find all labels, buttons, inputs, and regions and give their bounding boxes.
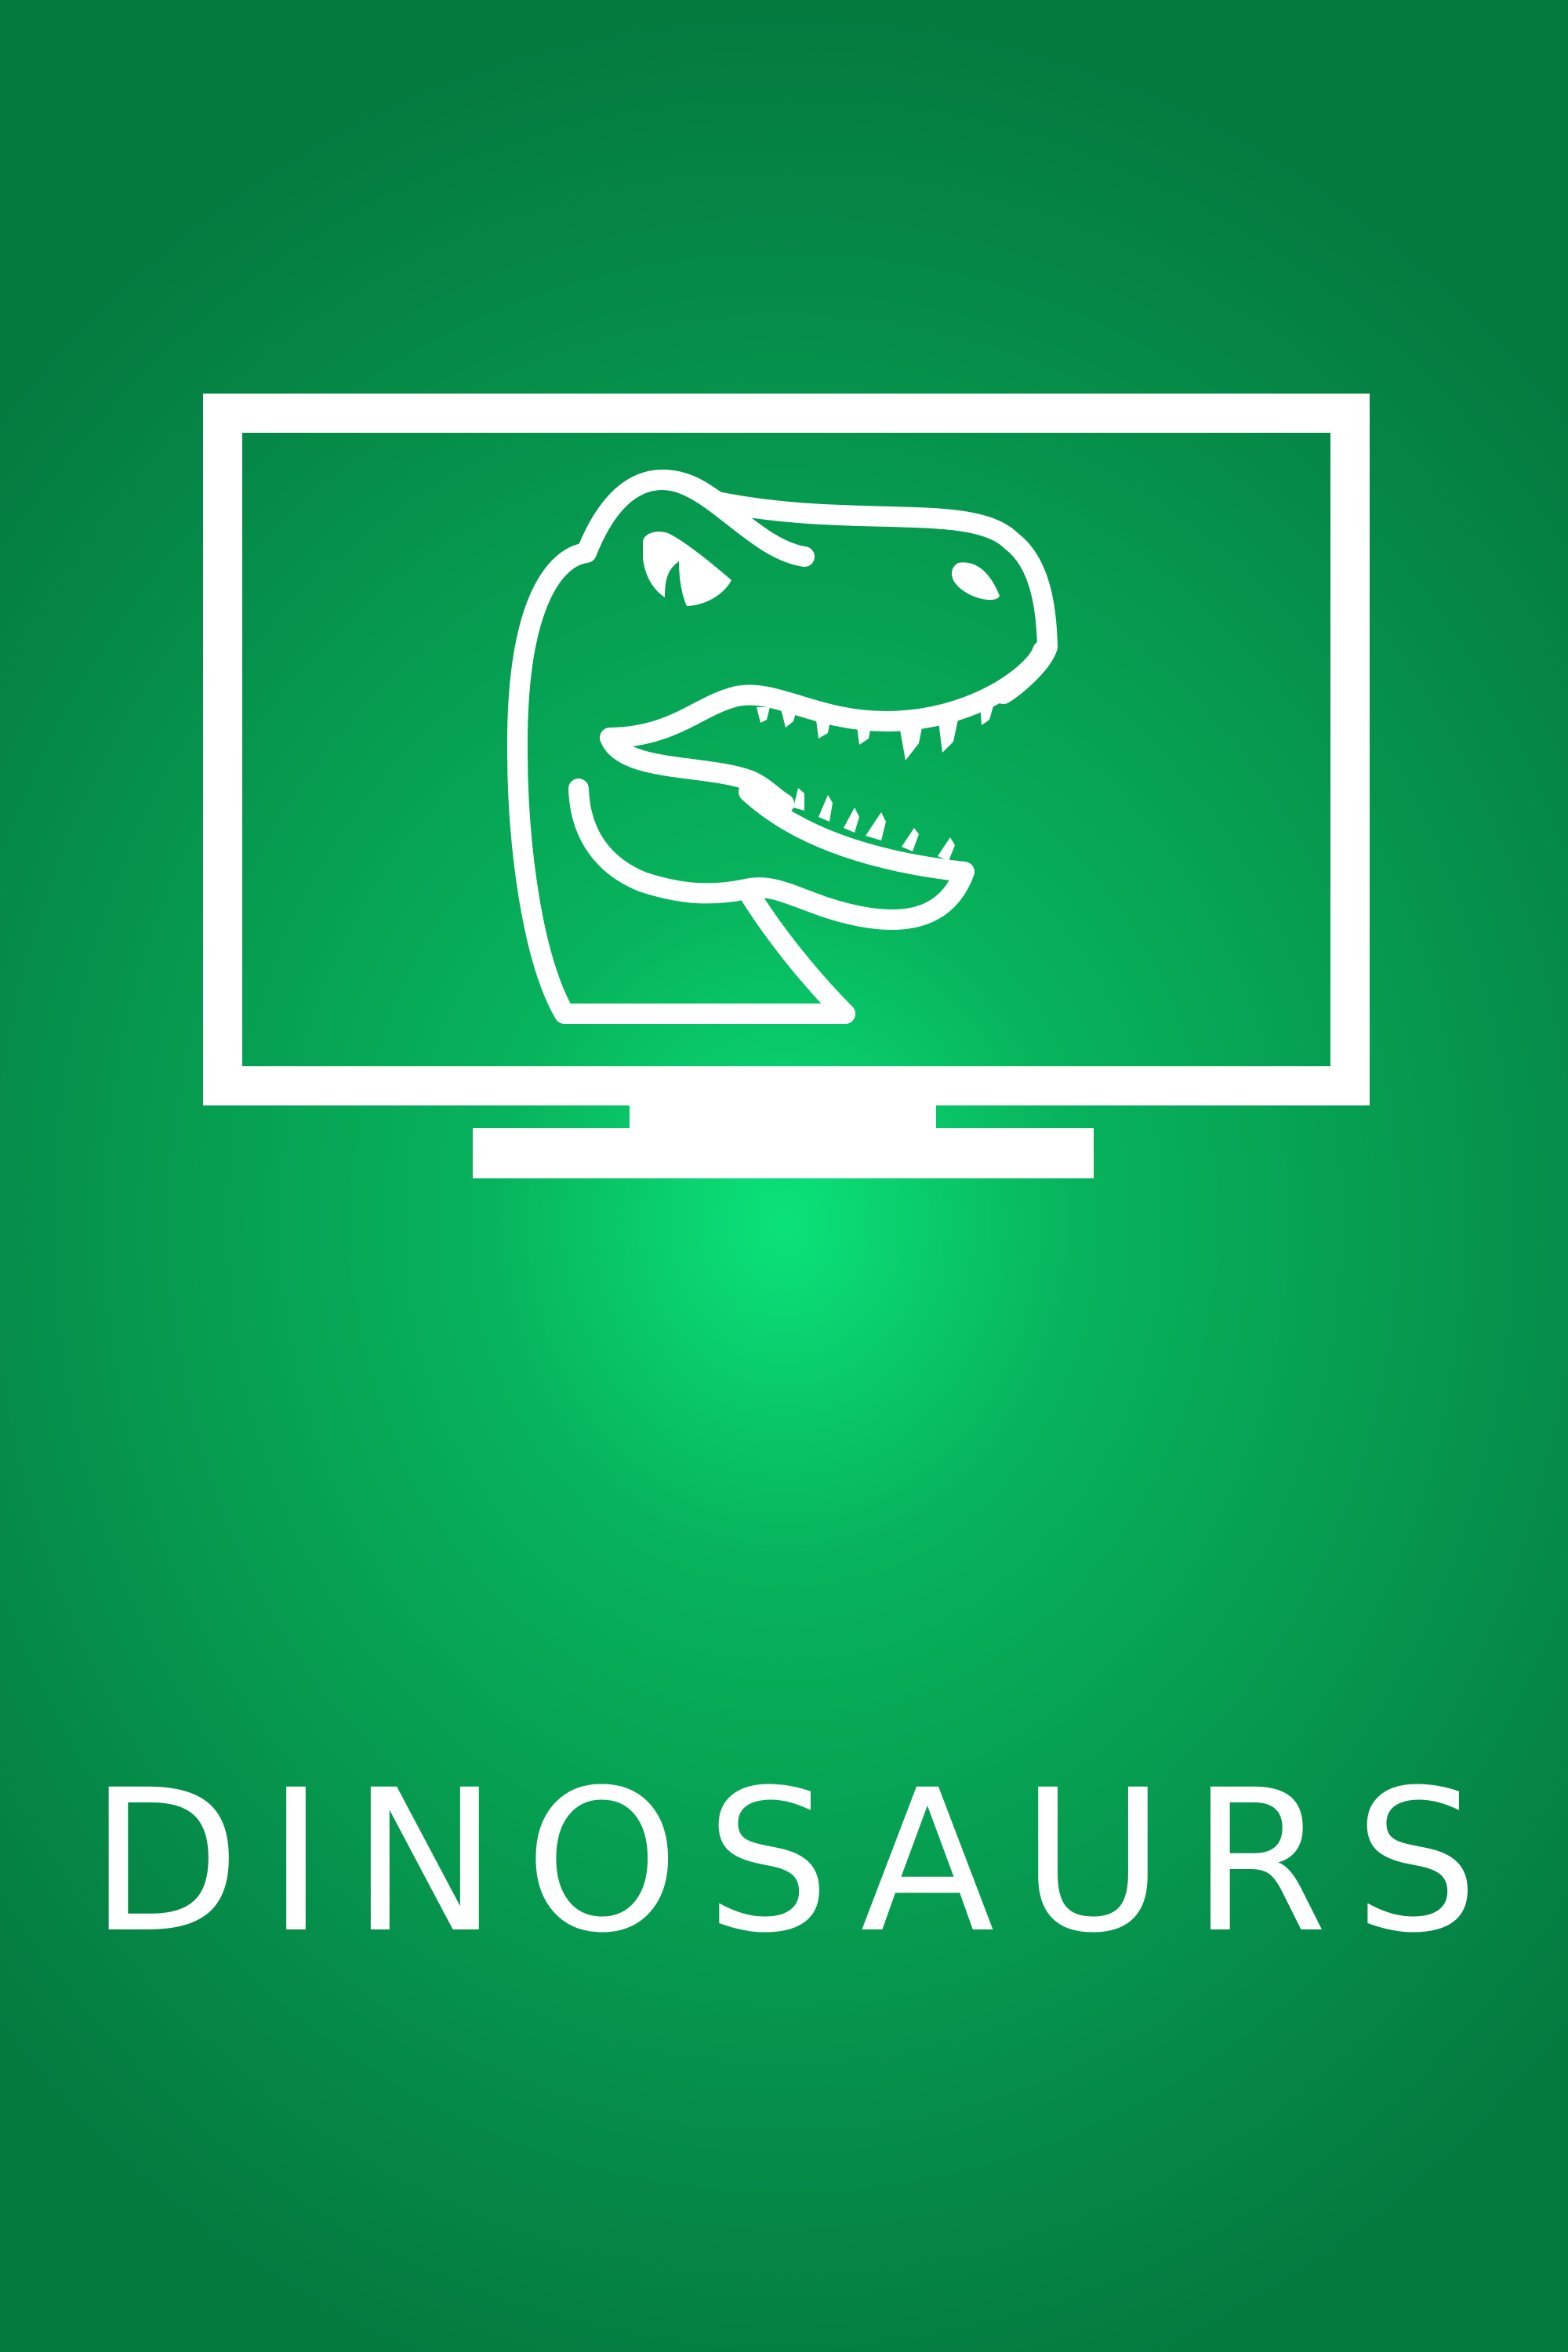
tv-dinosaur-icon	[203, 394, 1370, 1178]
category-title: DINOSAURS	[89, 1748, 1505, 1976]
monitor-base	[473, 1128, 1094, 1178]
monitor-neck	[630, 1085, 936, 1129]
dinosaur-eye-right-icon	[952, 562, 1000, 601]
dinosaur-lower-jaw	[568, 779, 975, 931]
dinosaur-head	[506, 470, 1058, 1024]
category-tile[interactable]: DINOSAURS	[0, 0, 1568, 2352]
dinosaur-eye-left-icon	[643, 532, 731, 606]
